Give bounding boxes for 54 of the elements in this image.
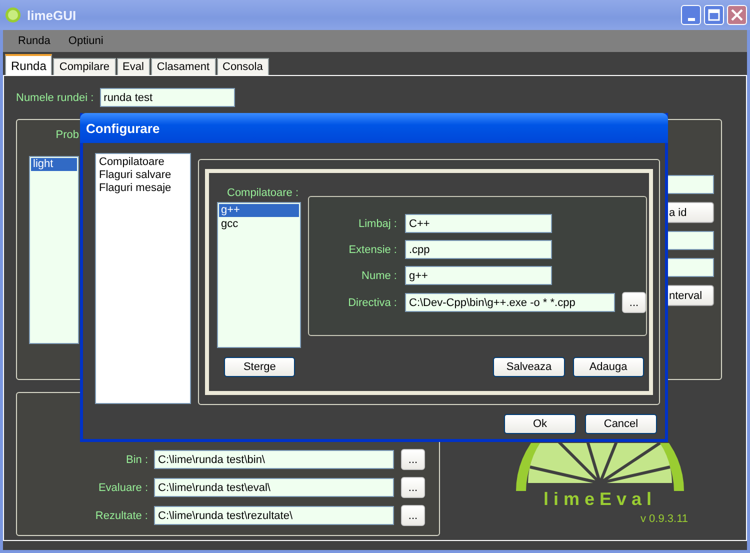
text-field[interactable]: C:\Dev-Cpp\bin\g++.exe -o * *.cpp	[405, 293, 615, 312]
field-label: Extensie :	[348, 244, 397, 256]
dialog-title: Configurare	[80, 113, 668, 143]
text-field[interactable]: C:\lime\runda test\rezultate\	[154, 506, 394, 525]
tab[interactable]: Consola	[216, 58, 269, 75]
browse-button[interactable]: ...	[401, 477, 425, 498]
version-label: v 0.9.3.11	[640, 513, 688, 525]
compiler-list[interactable]: g++ gcc	[217, 202, 301, 348]
logo-text: limeEval	[543, 489, 657, 509]
field-label: Directiva :	[347, 296, 397, 308]
text-field[interactable]: C++	[405, 214, 552, 233]
window-title: limeGUI	[27, 8, 78, 22]
text-field[interactable]: C:\lime\runda test\eval\	[154, 478, 394, 497]
list-item[interactable]: Flaguri mesaje	[99, 182, 187, 195]
browse-button[interactable]: ...	[622, 292, 646, 313]
menu-item[interactable]: Optiuni	[59, 35, 112, 47]
text-field[interactable]: .cpp	[405, 240, 552, 259]
cancel-button[interactable]: Cancel	[585, 414, 657, 434]
list-item[interactable]: Flaguri salvare	[99, 169, 187, 182]
field-label: Evaluare :	[97, 482, 148, 494]
tab[interactable]: Compilare	[53, 58, 116, 75]
list-item[interactable]: light	[31, 158, 77, 171]
tab[interactable]: Clasament	[150, 58, 216, 75]
field-label: Numele rundei :	[16, 92, 94, 104]
text-field[interactable]: runda test	[100, 88, 235, 107]
menu-item[interactable]: Runda	[9, 35, 60, 47]
add-button[interactable]: Adauga	[572, 357, 644, 377]
text-field[interactable]: C:\lime\runda test\bin\	[154, 450, 394, 469]
lime-icon	[5, 7, 21, 23]
field-label: Limbaj :	[357, 218, 397, 230]
field-label: Bin :	[124, 454, 148, 466]
text-field[interactable]: g++	[405, 266, 552, 285]
category-list[interactable]: Compilatoare Flaguri salvare Flaguri mesaje	[95, 153, 191, 404]
tab[interactable]: Runda	[5, 54, 52, 75]
delete-button[interactable]: Sterge	[224, 357, 296, 377]
minimize-button[interactable]	[681, 5, 701, 25]
browse-button[interactable]: ...	[401, 505, 425, 526]
save-button[interactable]: Salveaza	[493, 357, 565, 377]
field-label: Prob	[54, 129, 79, 143]
close-icon	[731, 9, 743, 21]
maximize-icon	[708, 9, 720, 21]
ok-button[interactable]: Ok	[504, 414, 576, 434]
field-label: Compilatoare :	[226, 187, 300, 199]
field-label: Rezultate :	[94, 510, 148, 522]
problem-list[interactable]: light	[29, 156, 79, 344]
list-item[interactable]: Compilatoare	[99, 156, 187, 169]
maximize-button[interactable]	[704, 5, 724, 25]
field-label: Nume :	[360, 270, 397, 282]
list-item[interactable]: g++	[219, 204, 299, 217]
tab[interactable]: Eval	[116, 58, 150, 75]
browse-button[interactable]: ...	[401, 449, 425, 470]
minimize-icon	[688, 18, 694, 20]
list-item[interactable]: gcc	[219, 218, 299, 231]
close-button[interactable]	[727, 5, 747, 25]
